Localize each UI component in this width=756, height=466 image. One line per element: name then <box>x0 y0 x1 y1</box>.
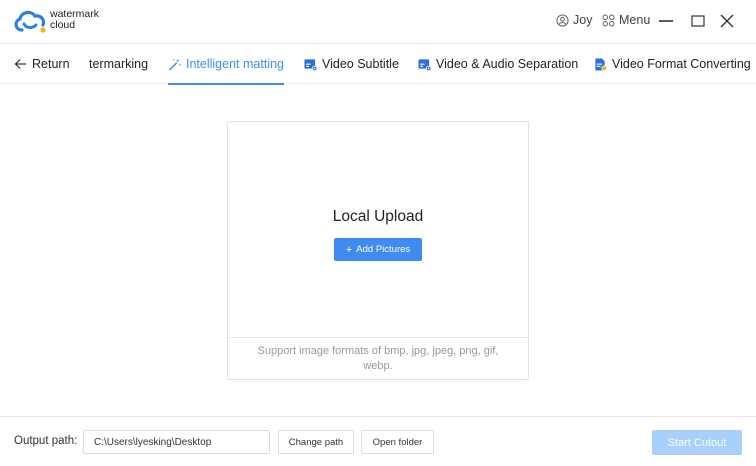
user-icon <box>556 13 569 27</box>
close-icon <box>720 14 734 28</box>
tab-label: Video Format Converting <box>612 57 751 71</box>
user-name: Joy <box>573 13 593 27</box>
tab-watermarking[interactable]: termarking <box>89 44 148 84</box>
logo-line-2: cloud <box>50 19 76 31</box>
app-logo-icon <box>14 10 46 33</box>
tab-label: Video Subtitle <box>322 57 399 71</box>
video-audio-icon <box>418 58 431 71</box>
menu-label: Menu <box>619 13 651 27</box>
tab-label: Intelligent matting <box>186 57 284 71</box>
supported-formats-hint: Support image formats of bmp, jpg, jpeg,… <box>257 345 499 372</box>
upload-dropzone[interactable]: Local Upload + Add Pictures Support imag… <box>227 121 529 380</box>
return-button[interactable]: Return <box>14 44 70 84</box>
close-button[interactable] <box>717 11 737 31</box>
tab-video-format-converting[interactable]: Video Format Converting <box>594 44 751 84</box>
tab-video-audio-separation[interactable]: Video & Audio Separation <box>418 44 578 84</box>
feature-tabs: Return termarking Intelligent matting Vi… <box>0 43 756 85</box>
magic-wand-icon <box>169 58 181 70</box>
tab-label: termarking <box>89 57 149 71</box>
tab-intelligent-matting[interactable]: Intelligent matting <box>168 44 284 85</box>
app-logo-text: watermark cloud <box>50 9 99 31</box>
output-bar: Output path: C:\Users\lyesking\Desktop C… <box>0 416 756 466</box>
tab-label: Video & Audio Separation <box>436 57 579 71</box>
card-divider <box>228 337 528 338</box>
add-pictures-button[interactable]: + Add Pictures <box>334 238 422 261</box>
add-pictures-label: Add Pictures <box>356 244 411 255</box>
arrow-left-icon <box>14 59 26 69</box>
upload-title: Local Upload <box>332 208 424 225</box>
video-subtitle-icon <box>304 58 317 71</box>
menu-button[interactable]: Menu <box>602 13 650 27</box>
title-bar: watermark cloud Joy Menu <box>0 0 756 43</box>
output-path-label: Output path: <box>14 435 78 447</box>
video-format-icon <box>595 57 607 71</box>
menu-grid-icon <box>602 14 615 26</box>
minimize-button[interactable] <box>656 11 676 31</box>
user-account[interactable]: Joy <box>556 13 592 27</box>
return-label: Return <box>32 57 70 71</box>
maximize-button[interactable] <box>688 11 708 31</box>
tab-video-subtitle[interactable]: Video Subtitle <box>304 44 399 84</box>
start-cutout-button[interactable]: Start Cutout <box>652 430 742 455</box>
output-path-field[interactable]: C:\Users\lyesking\Desktop <box>83 430 270 454</box>
open-folder-button[interactable]: Open folder <box>361 430 434 454</box>
maximize-icon <box>691 15 705 27</box>
change-path-button[interactable]: Change path <box>278 430 354 454</box>
minimize-icon <box>659 20 673 22</box>
plus-icon: + <box>345 243 353 256</box>
